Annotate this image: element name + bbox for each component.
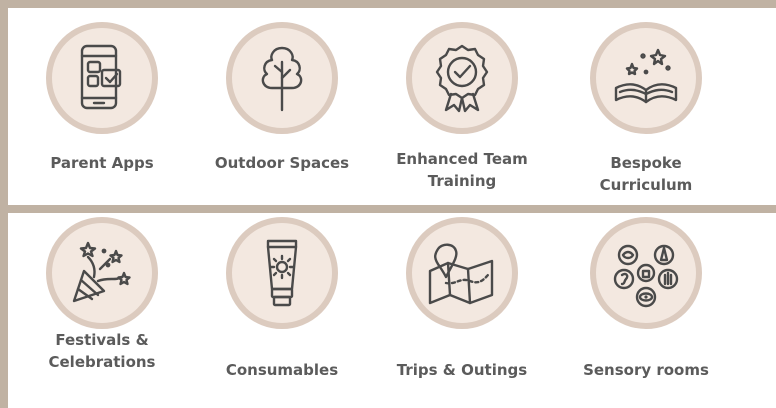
feature-label: Enhanced Team Training [396, 150, 528, 190]
icon-circle [590, 217, 702, 329]
feature-label: Festivals & Celebrations [48, 331, 156, 371]
icon-circle [590, 22, 702, 134]
icon-circle [406, 22, 518, 134]
open-book-stars-icon [614, 48, 678, 104]
award-badge-icon [435, 44, 489, 113]
feature-parent-apps: Parent Apps [22, 8, 182, 205]
icon-circle [46, 217, 158, 329]
feature-label: Outdoor Spaces [214, 154, 350, 172]
icon-circle [226, 217, 338, 329]
feature-festivals-celebrations: Festivals & Celebrations [22, 213, 182, 408]
tree-icon [261, 46, 303, 112]
map-pin-icon [428, 243, 494, 305]
feature-outdoor-spaces: Outdoor Spaces [202, 8, 362, 205]
feature-bespoke-curriculum: Bespoke Curriculum [566, 8, 726, 205]
feature-label: Parent Apps [50, 154, 154, 172]
feature-enhanced-team-training: Enhanced Team Training [382, 8, 542, 205]
icon-circle [226, 22, 338, 134]
feature-sensory-rooms: Sensory rooms [566, 213, 726, 408]
feature-label: Consumables [225, 361, 339, 379]
features-panel-bottom: Festivals & Celebrations Consumables Tri… [8, 213, 776, 408]
party-popper-icon [72, 241, 131, 303]
features-panel-top: Parent Apps Outdoor Spaces Enhanced Team… [8, 8, 776, 205]
icon-circle [46, 22, 158, 134]
feature-trips-outings: Trips & Outings [382, 213, 542, 408]
feature-label: Trips & Outings [396, 361, 528, 379]
feature-label: Sensory rooms [583, 361, 709, 379]
icon-circle [406, 217, 518, 329]
sunscreen-tube-icon [266, 239, 298, 307]
phone-apps-icon [80, 44, 122, 110]
feature-label: Bespoke Curriculum [599, 154, 693, 194]
feature-consumables: Consumables [202, 213, 362, 408]
senses-icon [613, 244, 679, 308]
